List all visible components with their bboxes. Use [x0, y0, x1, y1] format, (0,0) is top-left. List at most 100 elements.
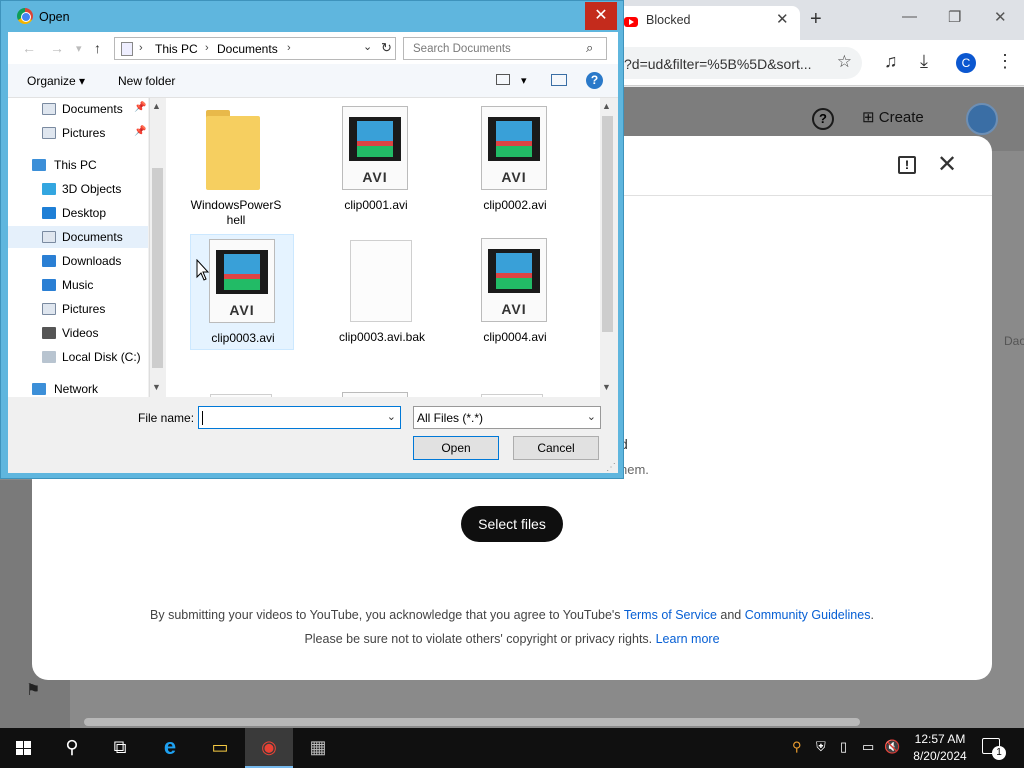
file-item-windowspowershell[interactable]: WindowsPowerS hell	[184, 102, 288, 227]
downloads-icon	[42, 255, 56, 267]
channel-avatar[interactable]	[966, 103, 998, 135]
tray-search-icon[interactable]: ⚲	[792, 739, 802, 755]
search-icon[interactable]: ⌕	[586, 40, 593, 56]
close-icon[interactable]: ✕	[937, 150, 957, 179]
nav-item-music[interactable]: Music	[8, 274, 148, 296]
nav-item-downloads[interactable]: Downloads	[8, 250, 148, 272]
system-clock[interactable]: 12:57 AM 8/20/2024	[910, 731, 970, 765]
nav-item-this-pc[interactable]: This PC	[8, 154, 148, 176]
restore-button[interactable]: ❐	[948, 8, 961, 26]
nav-label: Documents	[62, 230, 123, 244]
page-horizontal-scrollbar[interactable]	[84, 718, 860, 726]
documents-icon	[42, 231, 56, 243]
app-icon: ▦	[309, 737, 327, 757]
media-control-icon[interactable]: ♫	[884, 51, 898, 72]
scroll-up-icon[interactable]: ▲	[602, 101, 611, 111]
music-icon	[42, 279, 56, 291]
breadcrumb-this-pc[interactable]: This PC	[155, 42, 198, 56]
chrome-menu-icon[interactable]: ⋮	[996, 51, 1014, 72]
nav-item-documents-quick[interactable]: Documents 📌	[8, 98, 148, 120]
file-item-clip0003[interactable]: AVI clip0003.avi	[190, 234, 294, 350]
dialog-close-button[interactable]: ✕	[585, 2, 617, 30]
cancel-button[interactable]: Cancel	[513, 436, 599, 460]
browser-tab[interactable]: Blocked ✕	[612, 6, 800, 40]
organize-button[interactable]: Organize ▾	[27, 74, 85, 88]
nav-item-pictures-quick[interactable]: Pictures 📌	[8, 122, 148, 144]
taskbar-ie-button[interactable]: e	[146, 728, 194, 768]
file-type-select[interactable]: All Files (*.*) ⌄	[413, 406, 601, 429]
nav-pane-scrollbar[interactable]: ▲ ▼	[149, 98, 165, 397]
dialog-title-bar[interactable]: Open ✕	[1, 1, 623, 33]
taskbar-app-button[interactable]: ▦	[294, 728, 342, 768]
task-view-icon: ⧉	[113, 737, 127, 757]
legal-line-1: By submitting your videos to YouTube, yo…	[32, 608, 992, 622]
search-input[interactable]: Search Documents ⌕	[403, 37, 607, 60]
minimize-button[interactable]: —	[902, 8, 917, 25]
refresh-icon[interactable]: ↻	[381, 40, 392, 56]
resize-grip-icon[interactable]: ⋰	[606, 462, 616, 473]
feedback-icon[interactable]: !	[898, 156, 916, 174]
change-view-icon[interactable]	[496, 74, 510, 85]
view-dropdown-icon[interactable]: ▾	[521, 74, 527, 87]
taskbar-explorer-button[interactable]: ▭	[196, 728, 244, 768]
taskbar-search-button[interactable]: ⚲	[48, 728, 96, 768]
download-icon[interactable]: ⤓	[920, 51, 928, 72]
select-files-button[interactable]: Select files	[461, 506, 563, 542]
file-item-partial-settings[interactable]	[463, 388, 567, 397]
file-item-partial-blank[interactable]	[190, 388, 294, 397]
up-arrow-icon[interactable]: ↑	[94, 40, 101, 56]
file-item-clip0002[interactable]: AVI clip0002.avi	[463, 102, 567, 218]
create-button[interactable]: ⊞ Create	[862, 108, 924, 126]
nav-item-local-disk[interactable]: Local Disk (C:)	[8, 346, 148, 368]
help-icon[interactable]: ?	[586, 72, 603, 89]
location-bar[interactable]: › This PC › Documents › ⌄ ↻	[114, 37, 396, 60]
usb-device-icon[interactable]: ▯	[840, 739, 847, 755]
chevron-down-icon[interactable]: ⌄	[363, 40, 372, 53]
scroll-thumb[interactable]	[152, 168, 163, 368]
file-item-clip0001[interactable]: AVI clip0001.avi	[324, 102, 428, 218]
forward-arrow-icon[interactable]: →	[50, 40, 64, 56]
scroll-down-icon[interactable]: ▼	[602, 382, 611, 392]
file-name-input[interactable]: ⌄	[198, 406, 401, 429]
file-item-partial-avi[interactable]	[324, 388, 428, 397]
file-item-clip0003-bak[interactable]: clip0003.avi.bak	[330, 234, 434, 350]
feedback-rail-icon[interactable]: ⚑	[26, 680, 40, 700]
volume-muted-icon[interactable]: 🔇	[884, 739, 900, 755]
terms-link[interactable]: Terms of Service	[624, 608, 717, 622]
file-list-scrollbar[interactable]: ▲ ▼	[600, 98, 616, 397]
new-tab-button[interactable]: +	[810, 8, 822, 31]
open-button[interactable]: Open	[413, 436, 499, 460]
back-arrow-icon[interactable]: ←	[22, 40, 36, 56]
preview-pane-icon[interactable]	[551, 74, 567, 86]
nav-item-desktop[interactable]: Desktop	[8, 202, 148, 224]
task-view-button[interactable]: ⧉	[96, 728, 144, 768]
nav-item-3d-objects[interactable]: 3D Objects	[8, 178, 148, 200]
learn-more-link[interactable]: Learn more	[656, 632, 720, 646]
tab-close-icon[interactable]: ✕	[776, 10, 789, 28]
nav-item-documents[interactable]: Documents	[8, 226, 148, 248]
file-item-clip0004[interactable]: AVI clip0004.avi	[463, 234, 567, 350]
file-name: clip0003.avi	[211, 331, 275, 345]
new-folder-button[interactable]: New folder	[118, 74, 175, 88]
breadcrumb-documents[interactable]: Documents	[217, 42, 278, 56]
guidelines-link[interactable]: Community Guidelines	[745, 608, 871, 622]
window-close-button[interactable]: ✕	[994, 8, 1007, 26]
start-button[interactable]	[0, 728, 48, 768]
nav-item-network[interactable]: Network	[8, 378, 148, 397]
taskbar-chrome-button[interactable]: ◉	[245, 728, 293, 768]
security-shield-icon[interactable]: ⛨	[816, 739, 826, 755]
nav-item-pictures[interactable]: Pictures	[8, 298, 148, 320]
recent-locations-icon[interactable]: ▾	[76, 42, 82, 55]
computer-icon	[32, 159, 46, 171]
scroll-down-icon[interactable]: ▼	[152, 382, 161, 392]
chevron-down-icon[interactable]: ⌄	[387, 410, 396, 423]
nav-item-videos[interactable]: Videos	[8, 322, 148, 344]
scroll-up-icon[interactable]: ▲	[152, 101, 161, 111]
scroll-thumb[interactable]	[602, 116, 613, 332]
generic-file-icon	[210, 394, 272, 397]
profile-avatar[interactable]: C	[956, 53, 976, 73]
network-tray-icon[interactable]: ▭	[862, 739, 874, 755]
legal-text: Please be sure not to violate others' co…	[304, 632, 656, 646]
studio-help-icon[interactable]: ?	[812, 108, 834, 130]
bookmark-star-icon[interactable]: ☆	[837, 52, 852, 72]
